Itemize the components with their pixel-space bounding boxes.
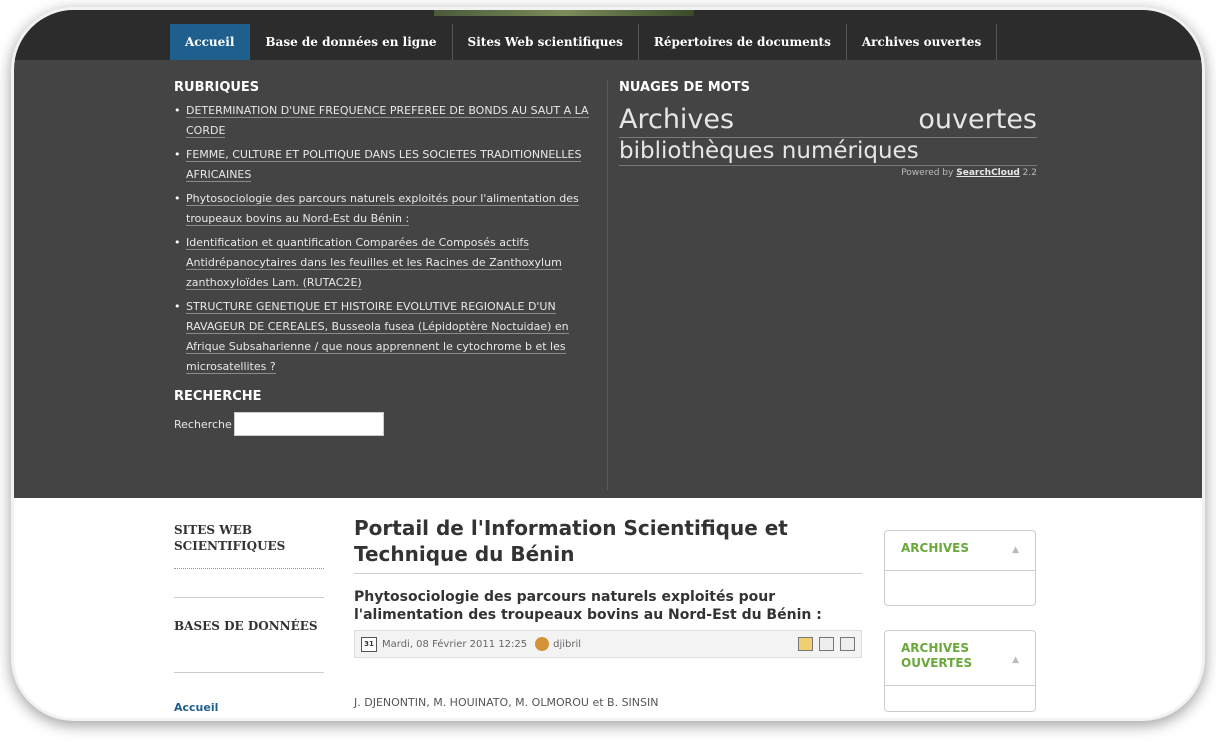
cloud-word-ouvertes[interactable]: ouvertes [918,105,1037,135]
user-icon [535,637,550,651]
nav-item-archives-ouvertes[interactable]: Archives ouvertes [847,24,998,60]
rubriques-column: RUBRIQUES DETERMINATION D'UNE FREQUENCE … [174,80,604,436]
rubrique-link[interactable]: STRUCTURE GENETIQUE ET HISTOIRE EVOLUTIV… [186,300,569,374]
searchcloud-link[interactable]: SearchCloud [956,168,1020,178]
article-actions [798,637,855,651]
rubriques-list: DETERMINATION D'UNE FREQUENCE PREFEREE D… [174,101,604,377]
divider [174,597,324,598]
list-item: Phytosociologie des parcours naturels ex… [174,189,604,229]
collapse-caret-icon[interactable]: ▲ [1012,545,1019,556]
module-header[interactable]: ARCHIVES OUVERTES ▲ [885,631,1035,671]
navbar: Accueil Base de données en ligne Sites W… [14,10,1202,60]
module-title-archives: ARCHIVES [901,541,969,555]
sidebar-link-accueil[interactable]: Accueil [174,701,324,714]
word-cloud-title: NUAGES DE MOTS [619,80,750,95]
word-cloud-line: bibliothèques numériques [619,138,1037,166]
nav-item-sites-web-scientifiques[interactable]: Sites Web scientifiques [453,24,639,60]
word-cloud-line: Archives ouvertes [619,105,1037,138]
header-panel: Accueil Base de données en ligne Sites W… [14,10,1202,498]
left-sidebar: SITES WEB SCIENTIFIQUES BASES DE DONNÉES… [174,522,324,714]
sidebar-section-sites-web: SITES WEB SCIENTIFIQUES [174,523,286,553]
rubrique-link[interactable]: FEMME, CULTURE ET POLITIQUE DANS LES SOC… [186,148,582,182]
archives-module: ARCHIVES ▲ [884,530,1036,606]
divider [885,685,1035,686]
powered-prefix: Powered by [901,168,954,178]
list-item: FEMME, CULTURE ET POLITIQUE DANS LES SOC… [174,145,604,185]
recherche-title: RECHERCHE [174,389,262,404]
list-item: Identification et quantification Comparé… [174,233,604,293]
column-divider [607,80,608,490]
search-row: Recherche [174,412,604,436]
module-header[interactable]: ARCHIVES ▲ [885,531,1035,556]
word-cloud-column: NUAGES DE MOTS Archives ouvertes bibliot… [619,80,1037,178]
archives-ouvertes-module: ARCHIVES OUVERTES ▲ [884,630,1036,712]
powered-version: 2.2 [1022,168,1037,178]
calendar-icon: 31 [361,636,377,652]
main-content: Portail de l'Information Scientifique et… [354,515,862,709]
cloud-word-archives[interactable]: Archives [619,105,734,135]
rubrique-link[interactable]: Phytosociologie des parcours naturels ex… [186,192,579,226]
list-item: DETERMINATION D'UNE FREQUENCE PREFEREE D… [174,101,604,141]
list-item: STRUCTURE GENETIQUE ET HISTOIRE EVOLUTIV… [174,297,604,377]
search-label: Recherche [174,417,232,431]
print-icon[interactable] [819,637,834,651]
powered-by: Powered by SearchCloud 2.2 [619,168,1037,178]
article-date: Mardi, 08 Février 2011 12:25 [382,638,528,650]
search-input[interactable] [233,412,384,436]
rubrique-link[interactable]: DETERMINATION D'UNE FREQUENCE PREFEREE D… [186,104,589,138]
article-authors: J. DJENONTIN, M. HOUINATO, M. OLMOROU et… [354,696,659,709]
edit-icon[interactable] [798,637,813,651]
page-title: Portail de l'Information Scientifique et… [354,515,862,574]
article-author: djibril [553,638,582,650]
nav-item-repertoires-de-documents[interactable]: Répertoires de documents [639,24,847,60]
nav-item-accueil[interactable]: Accueil [170,24,251,60]
browser-frame: Accueil Base de données en ligne Sites W… [14,10,1202,718]
main-nav: Accueil Base de données en ligne Sites W… [170,24,998,60]
sidebar-section-bases-de-donnees: BASES DE DONNÉES [174,619,318,633]
article-title[interactable]: Phytosociologie des parcours naturels ex… [354,588,862,624]
cloud-word-bibliotheques-numeriques[interactable]: bibliothèques numériques [619,138,919,164]
rubriques-title: RUBRIQUES [174,80,260,95]
article-meta: 31 Mardi, 08 Février 2011 12:25 djibril [354,630,862,658]
rubrique-link[interactable]: Identification et quantification Comparé… [186,236,562,290]
divider [174,568,324,569]
divider [885,570,1035,571]
module-title-archives-ouvertes: ARCHIVES OUVERTES [901,641,973,670]
collapse-caret-icon[interactable]: ▲ [1012,655,1019,671]
email-icon[interactable] [840,637,855,651]
nav-item-base-de-donnees[interactable]: Base de données en ligne [250,24,453,60]
header-banner-image [434,10,694,16]
divider [174,672,324,673]
